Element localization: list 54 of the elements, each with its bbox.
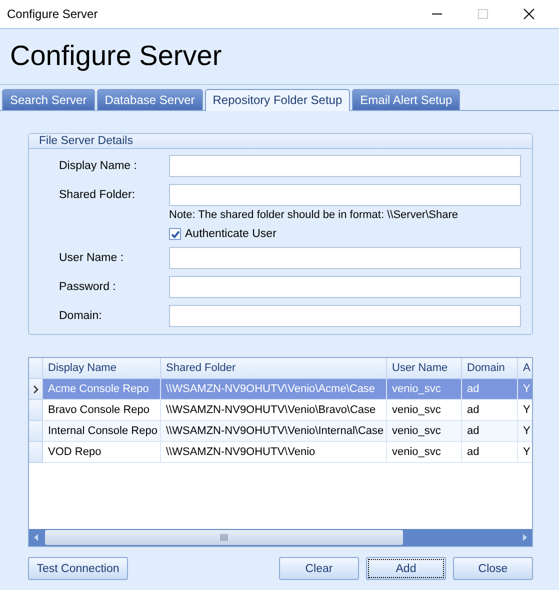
table-cell: Bravo Console Repo [43,400,161,421]
text-field[interactable] [169,305,521,327]
table-cell: \\WSAMZN-NV9OHUTV\Venio\Internal\Case [161,421,387,442]
window-title: Configure Server [7,6,99,21]
table-cell: ad [462,442,518,463]
close-icon[interactable] [523,8,535,20]
column-header[interactable]: A [518,358,532,379]
action-button[interactable]: Clear [279,557,359,580]
tab[interactable]: Search Server [2,89,95,110]
action-button[interactable]: Add [366,557,446,580]
table-cell: ad [462,379,518,400]
tab[interactable]: Email Alert Setup [352,89,460,110]
table-cell: \\WSAMZN-NV9OHUTV\Venio\Bravo\Case [161,400,387,421]
tab[interactable]: Repository Folder Setup [204,89,350,111]
table-cell: venio_svc [387,421,462,442]
column-header[interactable]: Display Name [43,358,161,379]
text-field[interactable] [169,247,521,269]
field-label: Display Name : [59,160,138,172]
table-cell: Acme Console Repo [43,379,161,400]
tab[interactable]: Database Server [96,89,203,110]
corner-header [29,358,43,379]
table-cell: venio_svc [387,442,462,463]
table-cell: \\WSAMZN-NV9OHUTV\Venio\Acme\Case [161,379,387,400]
table-cell: ad [462,400,518,421]
field-label: Shared Folder: [59,189,136,201]
table-cell: venio_svc [387,400,462,421]
maximize-icon[interactable] [477,8,489,20]
group-title: File Server Details [29,134,532,149]
page-heading: Configure Server [10,40,222,72]
checkmark-icon [170,230,180,238]
chevron-right-icon [32,384,38,394]
horizontal-scrollbar[interactable] [29,529,532,546]
grip-icon [219,533,229,542]
table-cell: ad [462,421,518,442]
format-note: Note: The shared folder should be in format: \\Server\Share [169,209,460,221]
text-field[interactable] [169,184,521,206]
column-header[interactable]: User Name [387,358,462,379]
table-cell: Internal Console Repo [43,421,161,442]
field-label: Password : [59,281,117,293]
authenticate-checkbox[interactable]: Authenticate User [169,228,521,240]
test-connection-button[interactable]: Test Connection [28,557,128,580]
text-field[interactable] [169,276,521,298]
field-label: Domain: [59,310,103,322]
text-field[interactable] [169,155,521,177]
column-header[interactable]: Domain [462,358,518,379]
row-header[interactable] [29,379,43,400]
table-cell: Y [518,379,532,400]
field-label: User Name : [59,252,125,264]
table-cell: Y [518,421,532,442]
table-cell: venio_svc [387,379,462,400]
table-cell: \\WSAMZN-NV9OHUTV\Venio [161,442,387,463]
action-button[interactable]: Close [453,557,533,580]
table-cell: VOD Repo [43,442,161,463]
column-header[interactable]: Shared Folder [161,358,387,379]
